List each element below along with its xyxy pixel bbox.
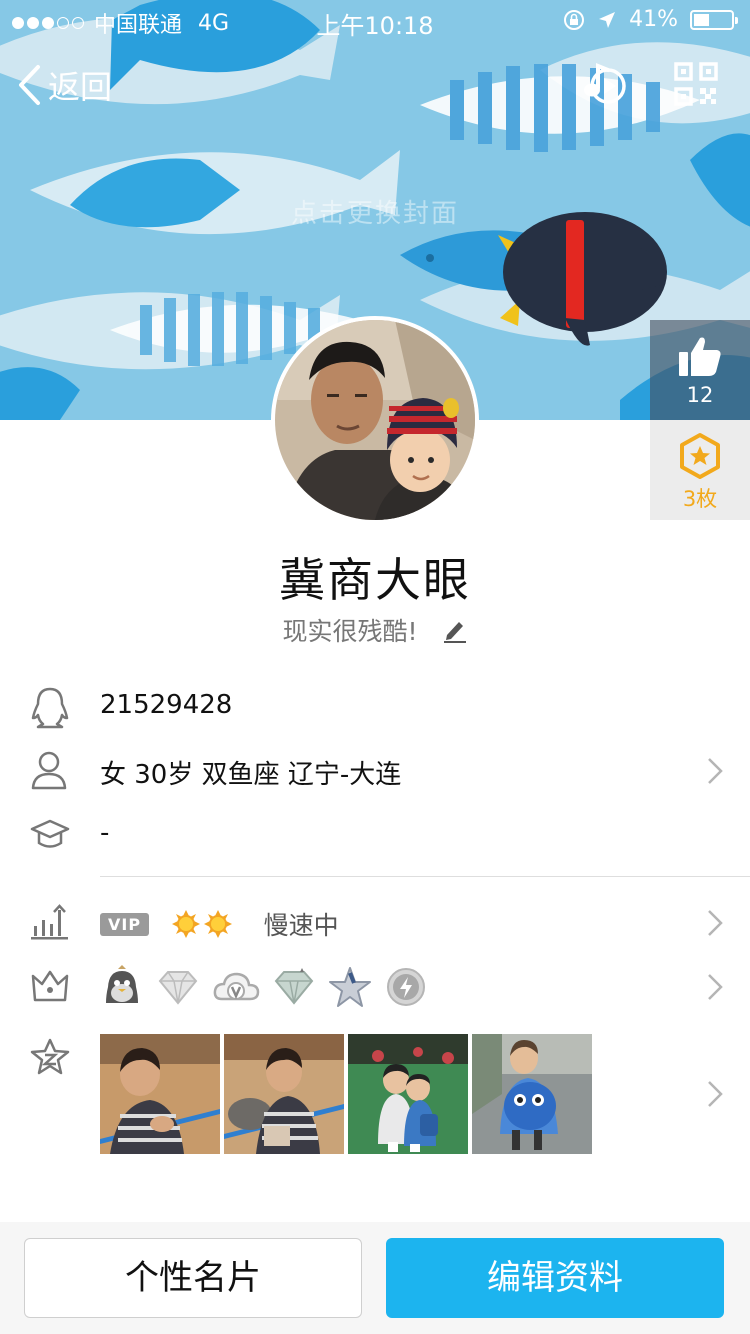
- chevron-right-icon: [708, 974, 723, 1000]
- thumbs-up-icon: [679, 337, 721, 376]
- profile-card-button[interactable]: 个性名片: [24, 1238, 362, 1318]
- back-label: 返回: [48, 68, 113, 106]
- signature-text: 现实很残酷!: [282, 617, 418, 646]
- star-medal-icon: [680, 433, 720, 479]
- chevron-right-icon: [708, 910, 723, 936]
- basic-info-row[interactable]: 女 30岁 双鱼座 辽宁-大连: [0, 746, 750, 796]
- location-arrow-icon: [599, 11, 616, 28]
- section-divider: [100, 876, 750, 877]
- back-button[interactable]: 返回: [16, 62, 112, 108]
- diamond-badge-icon: [158, 971, 198, 1005]
- vip-badge: VIP: [100, 912, 150, 936]
- profile-page: 中国联通 4G 上午10:18 41% 返回 点击更换封面 12 3枚 冀商大眼…: [0, 0, 750, 1334]
- music-play-icon: [584, 63, 626, 104]
- battery-percent: 41%: [629, 7, 678, 32]
- medal-button[interactable]: 3枚: [650, 420, 750, 520]
- nickname: 冀商大眼: [279, 553, 471, 607]
- qq-penguin-icon: [31, 687, 69, 729]
- qr-code-icon: [674, 62, 718, 106]
- education-row: -: [0, 814, 750, 858]
- qzone-photo[interactable]: [472, 1034, 592, 1154]
- nav-bar: 返回: [0, 58, 750, 114]
- qq-penguin-badge-icon: [106, 965, 138, 1003]
- level-speed-status: 慢速中: [263, 911, 339, 940]
- lightning-badge-icon: [387, 968, 425, 1006]
- person-icon: [31, 751, 67, 790]
- qzone-photo[interactable]: [224, 1034, 344, 1154]
- medal-count: 3枚: [682, 487, 718, 511]
- music-button[interactable]: [578, 60, 630, 112]
- green-diamond-badge-icon: [274, 968, 314, 1005]
- edit-profile-button[interactable]: 编辑资料: [386, 1238, 724, 1318]
- basic-info-text: 女 30岁 双鱼座 辽宁-大连: [100, 760, 402, 790]
- education-text: -: [100, 818, 110, 848]
- qq-number-row: 21529428: [0, 684, 750, 734]
- cloud-vip-badge-icon: [213, 972, 260, 1001]
- qq-number: 21529428: [100, 690, 233, 720]
- pencil-icon: [444, 622, 467, 643]
- level-chart-icon: [31, 904, 68, 940]
- level-suns: [171, 909, 233, 939]
- star-badge-icon: [329, 967, 371, 1007]
- qzone-star-icon: [30, 1038, 70, 1075]
- change-cover-hint[interactable]: 点击更换封面: [0, 193, 750, 230]
- graduation-cap-icon: [30, 819, 70, 848]
- battery-icon: [690, 9, 738, 30]
- qr-code-button[interactable]: [674, 62, 718, 110]
- crown-icon: [31, 970, 69, 1002]
- level-row[interactable]: VIP 慢速中: [0, 898, 750, 948]
- bottom-action-bar: 个性名片 编辑资料: [0, 1222, 750, 1334]
- avatar-photo: [275, 320, 475, 520]
- status-bar: 中国联通 4G 上午10:18 41%: [0, 0, 750, 40]
- edit-signature-button[interactable]: [443, 617, 467, 649]
- sun-level-icon: [172, 910, 201, 938]
- chevron-left-icon: [19, 65, 40, 105]
- sun-level-icon: [204, 910, 233, 938]
- avatar[interactable]: [271, 316, 479, 524]
- rotation-lock-icon: [564, 9, 585, 30]
- like-count: 12: [686, 383, 714, 407]
- like-button[interactable]: 12: [650, 320, 750, 420]
- privilege-badges: [100, 965, 428, 1009]
- chevron-right-icon: [708, 758, 723, 784]
- qzone-photo[interactable]: [100, 1034, 220, 1154]
- chevron-right-icon: [708, 1081, 723, 1107]
- signature: 现实很残酷!: [0, 612, 750, 649]
- level-content: VIP 慢速中: [100, 906, 339, 942]
- qzone-photo[interactable]: [348, 1034, 468, 1154]
- qzone-photos: [100, 1034, 592, 1154]
